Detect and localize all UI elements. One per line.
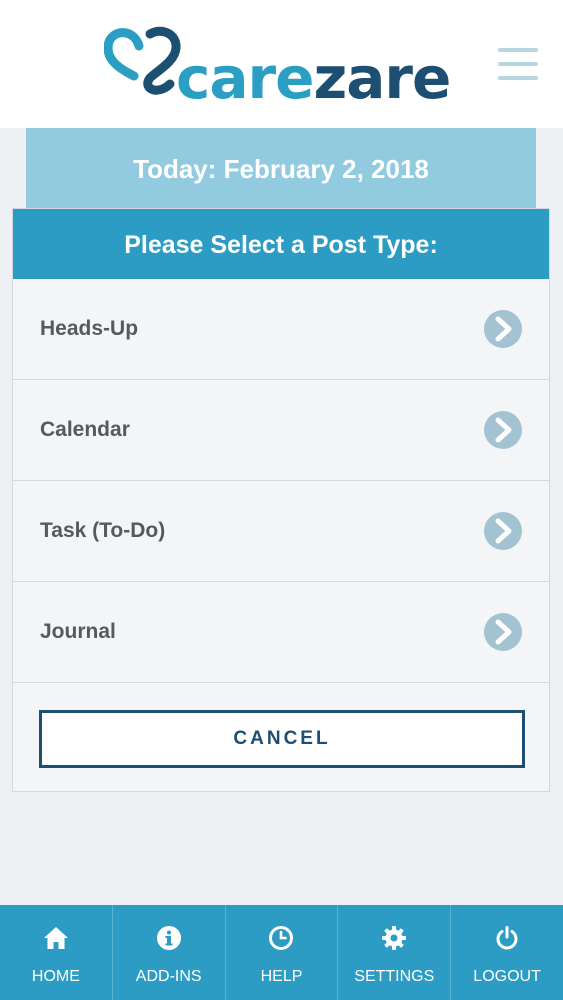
today-date-banner: Today: February 2, 2018 xyxy=(26,128,536,208)
logo-text-care: care xyxy=(176,44,314,112)
chevron-right-circle-icon xyxy=(484,613,522,651)
post-type-option-task[interactable]: Task (To-Do) xyxy=(13,481,549,582)
nav-label: HELP xyxy=(260,968,303,985)
post-type-option-heads-up[interactable]: Heads-Up xyxy=(13,279,549,380)
clock-icon xyxy=(269,926,294,950)
logo-wordmark: carezare xyxy=(176,44,451,112)
bottom-navigation: HOME ADD-INS HELP SETTINGS LOGOUT xyxy=(0,905,563,1000)
nav-label: ADD-INS xyxy=(135,968,202,985)
cancel-button-container: CANCEL xyxy=(13,683,549,796)
post-type-option-label: Journal xyxy=(40,620,116,643)
hamburger-menu-icon[interactable] xyxy=(498,46,538,82)
post-type-option-label: Heads-Up xyxy=(40,317,139,340)
chevron-right-circle-icon xyxy=(484,512,522,550)
nav-item-help[interactable]: HELP xyxy=(226,905,339,1000)
carezare-logo[interactable]: carezare xyxy=(104,24,464,112)
nav-item-logout[interactable]: LOGOUT xyxy=(451,905,563,1000)
cancel-button[interactable]: CANCEL xyxy=(39,710,525,768)
nav-label: LOGOUT xyxy=(473,968,541,985)
nav-label: HOME xyxy=(31,968,80,985)
nav-item-add-ins[interactable]: ADD-INS xyxy=(113,905,226,1000)
logo-heart-mark-icon xyxy=(104,26,181,95)
chevron-right-circle-icon xyxy=(484,310,522,348)
info-icon xyxy=(156,926,181,950)
logo-text-zare: zare xyxy=(313,44,451,112)
post-type-option-label: Task (To-Do) xyxy=(40,519,166,542)
post-type-dialog: Please Select a Post Type: Heads-Up Cale… xyxy=(12,208,550,792)
post-type-option-journal[interactable]: Journal xyxy=(13,582,549,683)
app-header: carezare xyxy=(0,0,563,128)
home-icon xyxy=(43,927,68,949)
post-type-title: Please Select a Post Type: xyxy=(13,209,549,279)
gear-icon xyxy=(382,926,407,950)
power-icon xyxy=(496,926,518,950)
chevron-right-circle-icon xyxy=(484,411,522,449)
nav-item-settings[interactable]: SETTINGS xyxy=(338,905,452,1000)
nav-label: SETTINGS xyxy=(354,968,435,985)
post-type-option-label: Calendar xyxy=(40,418,130,441)
post-type-option-calendar[interactable]: Calendar xyxy=(13,380,549,481)
nav-item-home[interactable]: HOME xyxy=(0,905,113,1000)
